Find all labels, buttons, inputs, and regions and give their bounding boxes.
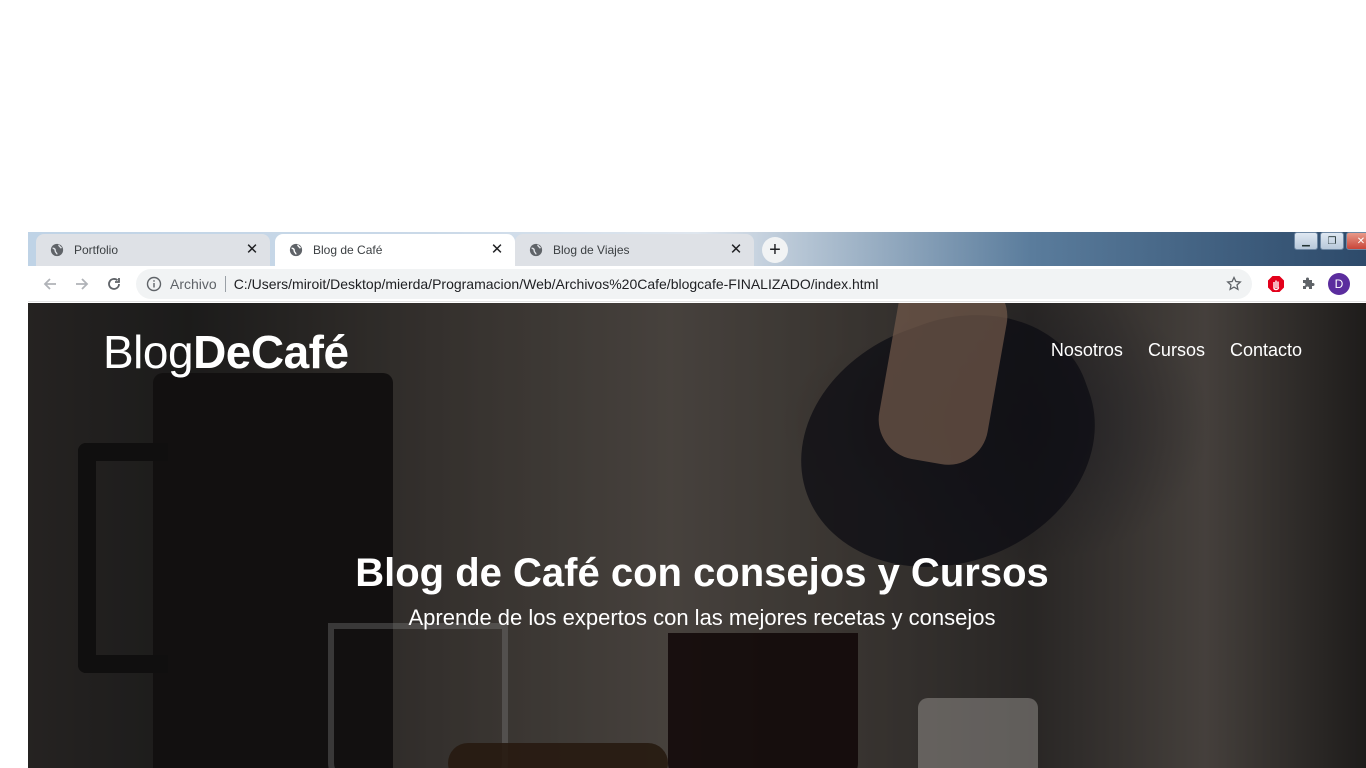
page-hero: BlogDeCafé Nosotros Cursos Contacto Blog… [28, 303, 1366, 768]
window-controls: ▁ ❐ ✕ [1292, 232, 1366, 250]
site-logo[interactable]: BlogDeCafé [103, 325, 349, 379]
close-tab-icon[interactable]: ✕ [489, 242, 505, 258]
globe-icon [529, 243, 543, 257]
nav-link-contacto[interactable]: Contacto [1230, 340, 1302, 361]
forward-button[interactable] [72, 274, 92, 294]
hand-stop-icon [1268, 276, 1284, 292]
scheme-label: Archivo [170, 276, 217, 292]
tab-title: Portfolio [74, 243, 119, 257]
url-text[interactable]: C:/Users/miroit/Desktop/mierda/Programac… [234, 276, 879, 292]
arrow-left-icon [43, 278, 56, 290]
nav-link-nosotros[interactable]: Nosotros [1051, 340, 1123, 361]
logo-text-bold: DeCafé [193, 326, 349, 378]
address-bar[interactable]: Archivo C:/Users/miroit/Desktop/mierda/P… [136, 269, 1252, 299]
tab-portfolio[interactable]: Portfolio ✕ [36, 234, 270, 266]
hero-title: Blog de Café con consejos y Cursos [355, 551, 1049, 595]
arrow-right-icon [76, 278, 89, 290]
minimize-button[interactable]: ▁ [1294, 232, 1318, 250]
site-nav: Nosotros Cursos Contacto [1051, 340, 1302, 361]
logo-text-regular: Blog [103, 326, 194, 378]
reload-button[interactable] [104, 274, 124, 294]
star-icon[interactable] [1226, 276, 1242, 292]
globe-icon [50, 243, 64, 257]
tab-title: Blog de Viajes [553, 243, 630, 257]
info-icon[interactable] [146, 276, 162, 292]
tab-blog-de-cafe[interactable]: Blog de Café ✕ [275, 234, 515, 266]
close-tab-icon[interactable]: ✕ [244, 242, 260, 258]
new-tab-button[interactable]: + [762, 237, 788, 263]
tab-blog-de-viajes[interactable]: Blog de Viajes ✕ [515, 234, 754, 266]
browser-toolbar: Archivo C:/Users/miroit/Desktop/mierda/P… [28, 266, 1366, 302]
close-tab-icon[interactable]: ✕ [728, 242, 744, 258]
nav-link-cursos[interactable]: Cursos [1148, 340, 1205, 361]
desktop-blank-area [0, 0, 1366, 232]
globe-icon [289, 243, 303, 257]
divider [224, 276, 226, 292]
profile-avatar[interactable]: D [1328, 273, 1350, 295]
hero-subtitle: Aprende de los expertos con las mejores … [408, 605, 996, 630]
back-button[interactable] [40, 274, 60, 294]
tab-title: Blog de Café [313, 243, 383, 257]
reload-icon [108, 278, 120, 290]
browser-window: Portfolio ✕ Blog de Café ✕ Blog de Viaje… [28, 232, 1366, 768]
maximize-button[interactable]: ❐ [1320, 232, 1344, 250]
tab-strip: Portfolio ✕ Blog de Café ✕ Blog de Viaje… [28, 232, 1366, 266]
extensions-button[interactable] [1298, 274, 1318, 294]
extension-adblock-button[interactable] [1266, 274, 1286, 294]
puzzle-icon [1303, 277, 1315, 289]
close-window-button[interactable]: ✕ [1346, 232, 1366, 250]
